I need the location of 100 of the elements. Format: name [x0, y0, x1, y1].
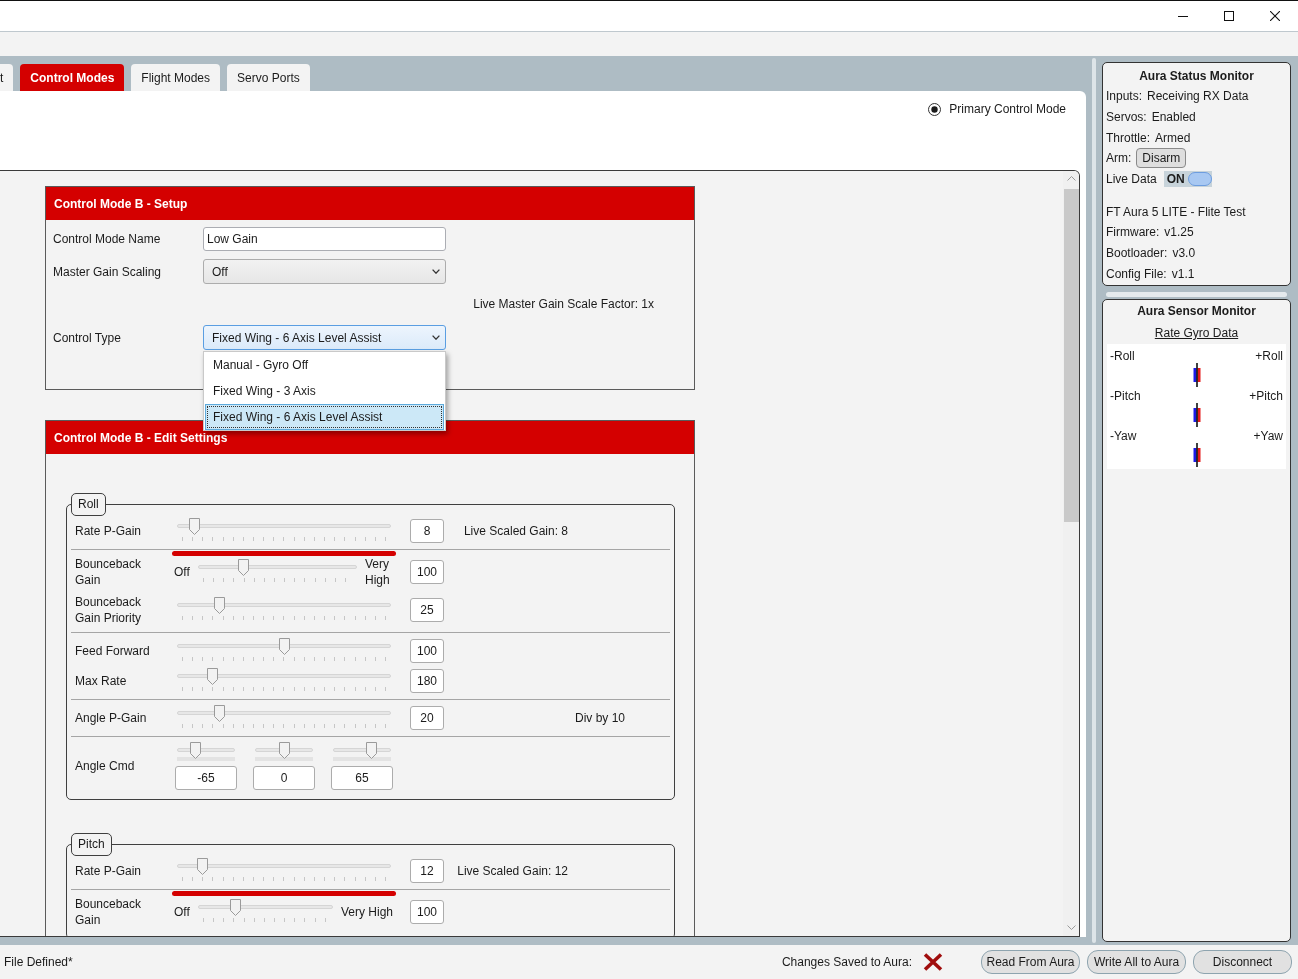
status-label: Live Data: [1106, 172, 1157, 187]
info-value: v3.0: [1172, 246, 1196, 261]
disarm-button[interactable]: Disarm: [1136, 148, 1187, 169]
group-label: Roll: [71, 493, 106, 516]
scale-factor-text: Live Master Gain Scale Factor: 1x: [473, 297, 654, 312]
scrollbar-thumb[interactable]: [1063, 189, 1079, 522]
slider-thumb[interactable]: [230, 899, 242, 916]
group-label: Pitch: [71, 833, 112, 856]
status-value: Enabled: [1151, 110, 1196, 125]
range-max-label: Very High: [365, 556, 391, 588]
number-field[interactable]: 100: [410, 639, 444, 663]
dropdown-option[interactable]: Fixed Wing - 3 Axis: [205, 378, 444, 404]
slider-thumb[interactable]: [213, 597, 225, 614]
setting-label: Bounceback Gain: [75, 557, 142, 587]
dropdown[interactable]: Fixed Wing - 6 Axis Level Assist: [203, 325, 446, 350]
action-button[interactable]: Write All to Aura: [1087, 950, 1186, 974]
dropdown-option[interactable]: Fixed Wing - 6 Axis Level Assist: [205, 404, 444, 430]
section-subtitle: Rate Gyro Data: [1154, 326, 1239, 341]
slider[interactable]: [177, 668, 391, 694]
tab[interactable]: Servo Ports: [227, 64, 310, 91]
close-icon: [1270, 11, 1280, 21]
file-status: File Defined*: [4, 955, 73, 969]
number-field[interactable]: 25: [410, 598, 444, 622]
slider[interactable]: [177, 705, 391, 731]
scroll-up-icon[interactable]: [1066, 176, 1076, 181]
slider[interactable]: [177, 742, 235, 762]
number-field[interactable]: 20: [410, 706, 444, 730]
setting-label: Rate P-Gain: [75, 864, 142, 878]
text-field[interactable]: Low Gain: [203, 227, 446, 251]
setting-label: Max Rate: [75, 674, 127, 688]
status-value: Armed: [1155, 130, 1191, 145]
dropdown[interactable]: Off: [203, 259, 446, 284]
number-field[interactable]: -65: [175, 766, 237, 790]
axis-label: +Yaw: [1253, 429, 1283, 444]
number-field[interactable]: 65: [331, 766, 393, 790]
range-min-label: Off: [174, 565, 190, 579]
number-field[interactable]: 100: [410, 560, 444, 584]
setting-label: Feed Forward: [75, 644, 150, 658]
setting-label: Bounceback Gain Priority: [75, 595, 142, 625]
axis-label: +Roll: [1255, 349, 1283, 364]
range-max-label: Very High: [340, 905, 393, 919]
slider-thumb[interactable]: [189, 518, 201, 535]
setting-label: Rate P-Gain: [75, 524, 142, 538]
slider[interactable]: [177, 597, 391, 623]
axis-label: -Roll: [1110, 349, 1135, 364]
panel-title: Aura Sensor Monitor: [1137, 304, 1256, 319]
slider-thumb[interactable]: [237, 559, 249, 576]
dropdown-option[interactable]: Manual - Gyro Off: [205, 352, 444, 378]
slider-thumb[interactable]: [213, 705, 225, 722]
scroll-down-icon[interactable]: [1066, 925, 1076, 930]
tab[interactable]: Control Modes: [20, 64, 125, 91]
chevron-down-icon: [432, 335, 440, 340]
slider[interactable]: [197, 899, 333, 925]
setting-label: Bounceback Gain: [75, 897, 142, 927]
toggle-switch[interactable]: ON: [1163, 171, 1212, 188]
slider-thumb[interactable]: [278, 638, 290, 655]
number-field[interactable]: 100: [410, 900, 444, 924]
action-button[interactable]: Disconnect: [1193, 950, 1292, 974]
maximize-icon: [1224, 11, 1234, 21]
splitter-handle[interactable]: [1106, 292, 1287, 298]
slider-thumb[interactable]: [207, 668, 219, 685]
info-value: v1.1: [1171, 266, 1195, 281]
slider[interactable]: [177, 638, 391, 664]
slider-thumb[interactable]: [366, 742, 378, 759]
slider-thumb[interactable]: [278, 742, 290, 759]
action-button[interactable]: Read From Aura: [981, 950, 1080, 974]
slider-thumb[interactable]: [189, 742, 201, 759]
info-label: Bootloader:: [1106, 246, 1168, 261]
info-label: Firmware:: [1106, 225, 1160, 240]
device-name: FT Aura 5 LITE - Flite Test: [1106, 204, 1246, 219]
number-field[interactable]: 0: [253, 766, 315, 790]
slider[interactable]: [177, 518, 391, 544]
slider[interactable]: [333, 742, 391, 762]
live-gain-text: Live Scaled Gain: 8: [463, 524, 568, 538]
field-label: Master Gain Scaling: [53, 264, 162, 279]
number-field[interactable]: 12: [410, 859, 444, 883]
number-field[interactable]: 180: [410, 669, 444, 693]
panel-title: Control Mode B - Setup: [46, 187, 694, 220]
slider[interactable]: [197, 559, 357, 585]
axis-label: -Yaw: [1110, 429, 1137, 444]
panel-title: Aura Status Monitor: [1139, 69, 1254, 83]
splitter-handle[interactable]: [1092, 58, 1096, 943]
setting-label: Angle P-Gain: [75, 711, 147, 725]
field-label: Control Mode Name: [53, 232, 161, 246]
gyro-meter-icon: [1192, 403, 1201, 428]
number-field[interactable]: 8: [410, 519, 444, 543]
axis-label: -Pitch: [1110, 389, 1141, 404]
slider[interactable]: [177, 858, 391, 884]
save-status-label: Changes Saved to Aura:: [781, 955, 912, 969]
status-label: Inputs:: [1106, 89, 1143, 104]
status-label: Arm:: [1106, 151, 1132, 166]
slider[interactable]: [255, 742, 313, 762]
tab[interactable]: Flight Modes: [131, 64, 221, 91]
chevron-down-icon: [432, 269, 440, 274]
axis-label: +Pitch: [1249, 389, 1283, 404]
radio-option[interactable]: Primary Control Mode: [928, 102, 1066, 116]
status-label: Servos:: [1106, 110, 1147, 125]
tab[interactable]: t: [0, 64, 14, 91]
slider-thumb[interactable]: [197, 858, 209, 875]
gyro-meter-icon: [1192, 363, 1201, 388]
